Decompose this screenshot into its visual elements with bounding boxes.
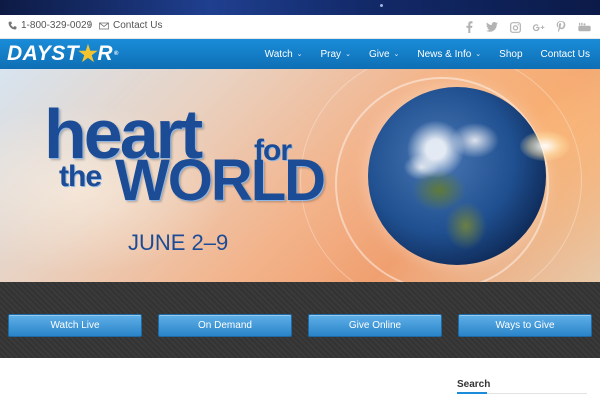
nav-item-watch[interactable]: Watch ⌄ — [265, 49, 303, 60]
banner-date: JUNE 2–9 — [128, 230, 229, 255]
envelope-icon — [99, 22, 109, 29]
nav-label-give: Give — [368, 48, 390, 60]
contact-link[interactable]: Contact Us — [99, 20, 162, 31]
phone-link[interactable]: 1-800-329-0029 — [8, 20, 92, 31]
nav-menu: Watch ⌄ Pray ⌄ Give ⌄ News & Info ⌄ Shop… — [247, 39, 590, 69]
nav-label-news-info: News & Info — [417, 48, 472, 60]
logo-star-icon: ★ — [78, 41, 99, 66]
daystar-logo[interactable]: DAY ST ★ R ® — [7, 41, 119, 66]
twitter-icon[interactable] — [482, 18, 502, 36]
facebook-icon[interactable] — [459, 18, 479, 36]
content-area: Search — [0, 358, 600, 400]
main-navigation: DAY ST ★ R ® Watch ⌄ Pray ⌄ Give ⌄ News … — [0, 39, 600, 69]
nav-item-contact-us[interactable]: Contact Us — [541, 49, 590, 60]
nav-label-shop: Shop — [499, 48, 523, 60]
nav-item-pray[interactable]: Pray ⌄ — [321, 49, 351, 60]
watch-live-button[interactable]: Watch Live — [8, 314, 142, 337]
phone-icon — [8, 21, 17, 30]
nav-item-news-info[interactable]: News & Info ⌄ — [417, 49, 481, 60]
ways-to-give-button[interactable]: Ways to Give — [458, 314, 592, 337]
search-heading-accent — [457, 392, 487, 394]
logo-text-t: T — [65, 42, 80, 65]
instagram-icon[interactable] — [505, 18, 525, 36]
earth-globe-image — [368, 87, 546, 265]
phone-number: 1-800-329-0029 — [21, 20, 93, 31]
nav-label-watch: Watch — [264, 48, 293, 60]
nav-label-contact-us: Contact Us — [540, 48, 590, 60]
sidebar-search-heading: Search — [457, 379, 491, 390]
on-demand-button[interactable]: On Demand — [158, 314, 292, 337]
chevron-down-icon: ⌄ — [296, 51, 303, 58]
give-online-button[interactable]: Give Online — [308, 314, 442, 337]
logo-text-st: S — [51, 42, 66, 65]
pinterest-icon[interactable] — [551, 18, 571, 36]
sun-flare — [520, 131, 570, 161]
chevron-down-icon: ⌄ — [475, 51, 482, 58]
hero-banner[interactable]: heart for the WORLD JUNE 2–9 — [0, 69, 600, 282]
youtube-icon[interactable] — [574, 18, 594, 36]
search-heading-divider — [457, 392, 587, 394]
banner-title-the: the — [59, 160, 102, 193]
banner-title-world: WORLD — [115, 148, 326, 213]
chevron-down-icon: ⌄ — [345, 51, 351, 58]
logo-registered-mark: ® — [114, 51, 119, 57]
logo-text-right: R — [97, 42, 114, 65]
utility-separator: / — [88, 20, 91, 31]
nav-item-shop[interactable]: Shop — [499, 49, 522, 60]
chevron-down-icon: ⌄ — [393, 51, 400, 58]
nav-item-give[interactable]: Give ⌄ — [369, 49, 399, 60]
contact-label: Contact Us — [113, 20, 163, 31]
star-sparkle — [380, 4, 383, 7]
top-decorative-strip — [0, 0, 600, 15]
social-links — [456, 18, 594, 36]
logo-text-left: DAY — [7, 42, 52, 65]
nav-label-pray: Pray — [320, 48, 342, 60]
action-buttons-band: Watch Live On Demand Give Online Ways to… — [0, 282, 600, 358]
google-plus-icon[interactable] — [528, 18, 548, 36]
utility-bar: 1-800-329-0029 / Contact Us — [0, 15, 600, 39]
